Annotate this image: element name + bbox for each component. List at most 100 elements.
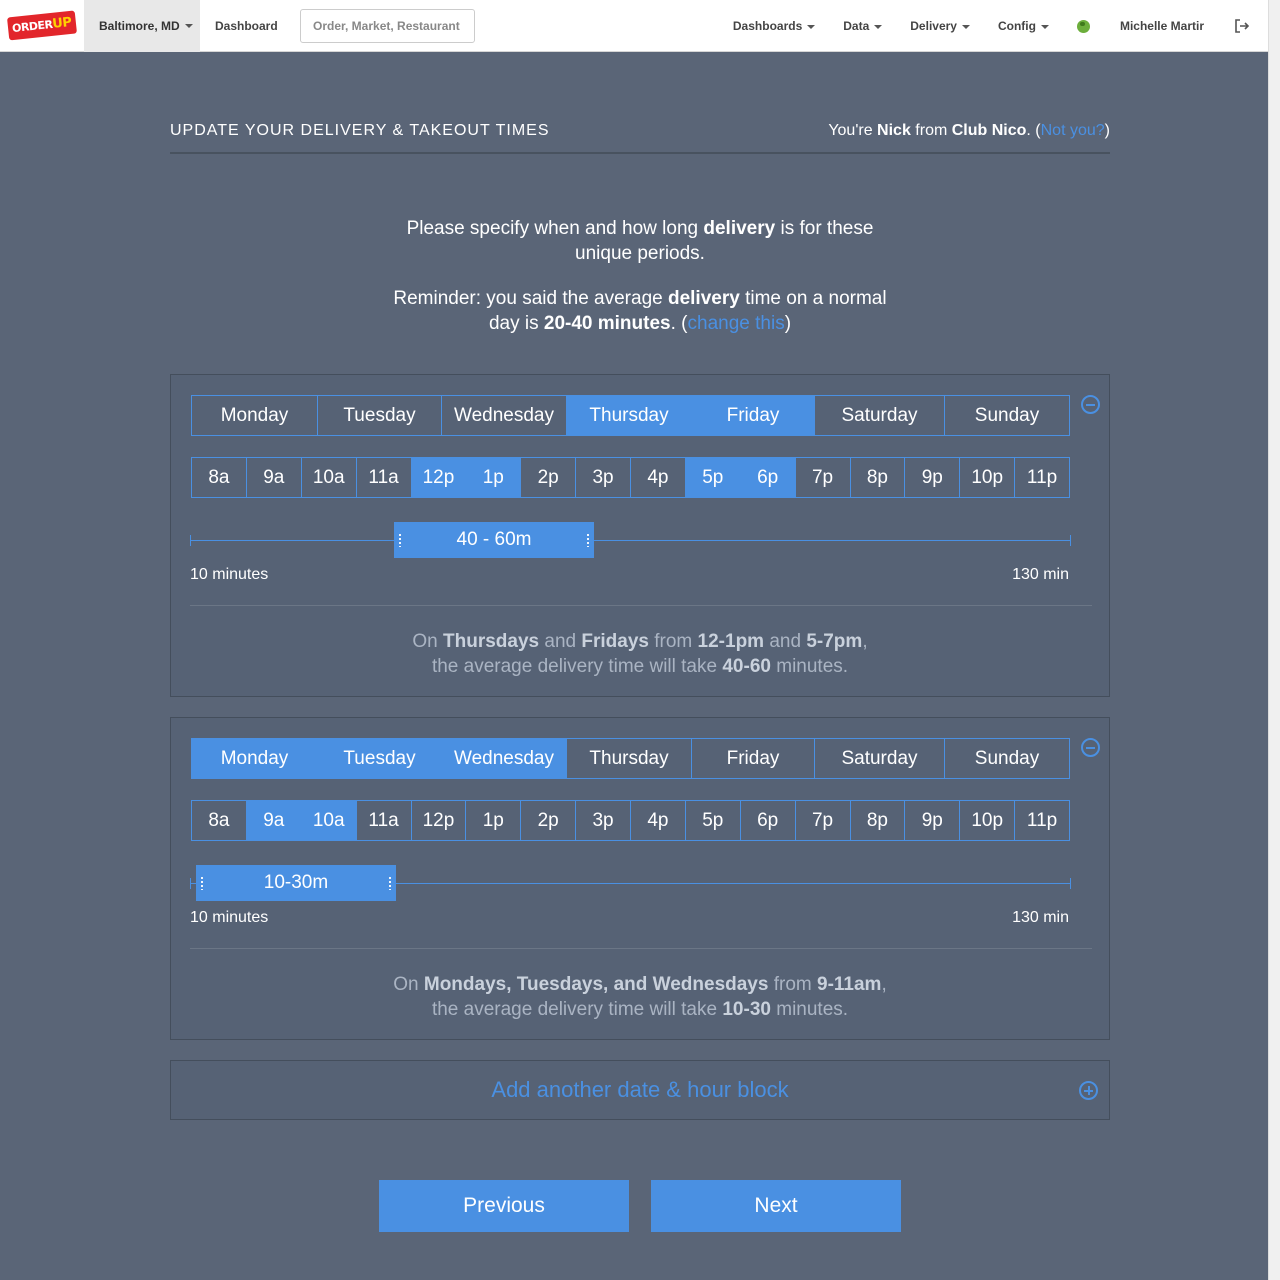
nav-menu-dashboards[interactable]: Dashboards (733, 19, 816, 33)
day-saturday[interactable]: Saturday (815, 396, 945, 435)
caret-down-icon (1040, 24, 1049, 29)
hour-5p[interactable]: 5p (685, 458, 741, 497)
day-saturday[interactable]: Saturday (815, 739, 945, 778)
day-tuesday[interactable]: Tuesday (318, 396, 442, 435)
add-block-link[interactable]: Add another date & hour block (171, 1077, 1109, 1103)
intro-text-1: Please specify when and how long deliver… (406, 218, 874, 264)
block-summary: On Mondays, Tuesdays, and Wednesdays fro… (393, 974, 887, 1020)
hour-1p[interactable]: 1p (466, 801, 522, 840)
intro-text-2: Reminder: you said the average delivery … (393, 288, 887, 334)
hour-4p[interactable]: 4p (631, 801, 686, 840)
hour-11p[interactable]: 11p (1015, 801, 1069, 840)
previous-button[interactable]: Previous (379, 1180, 629, 1232)
hour-9a[interactable]: 9a (246, 801, 302, 840)
hour-12p[interactable]: 12p (411, 458, 467, 497)
day-selector: Monday Tuesday Wednesday Thursday Friday… (191, 395, 1070, 436)
time-block-1: Monday Tuesday Wednesday Thursday Friday… (170, 374, 1110, 697)
time-block-2: Monday Tuesday Wednesday Thursday Friday… (170, 717, 1110, 1040)
day-wednesday[interactable]: Wednesday (442, 739, 567, 778)
city-dropdown[interactable]: Baltimore, MD (84, 0, 200, 52)
hour-12p[interactable]: 12p (412, 801, 467, 840)
hour-2p[interactable]: 2p (521, 458, 577, 497)
day-sunday[interactable]: Sunday (945, 396, 1069, 435)
day-friday[interactable]: Friday (692, 396, 815, 435)
top-navbar: ORDERUP Baltimore, MD Dashboard Dashboar… (0, 0, 1268, 52)
slider-max-label: 130 min (1012, 566, 1069, 583)
search-input[interactable] (300, 8, 475, 43)
hour-10a[interactable]: 10a (302, 458, 357, 497)
nav-menu-config[interactable]: Config (998, 19, 1049, 33)
remove-block-icon[interactable] (1081, 738, 1100, 757)
caret-down-icon (807, 24, 816, 29)
user-name[interactable]: Michelle Martir (1120, 19, 1204, 33)
day-monday[interactable]: Monday (192, 396, 318, 435)
day-tuesday[interactable]: Tuesday (318, 739, 442, 778)
next-button[interactable]: Next (651, 1180, 901, 1232)
hour-11p[interactable]: 11p (1015, 458, 1069, 497)
duration-slider-track[interactable] (190, 535, 1071, 546)
block-divider (190, 605, 1092, 606)
hour-1p[interactable]: 1p (466, 458, 522, 497)
hour-9p[interactable]: 9p (905, 458, 961, 497)
day-thursday[interactable]: Thursday (567, 739, 692, 778)
grip-left-icon[interactable] (201, 876, 203, 890)
grip-right-icon[interactable] (587, 533, 589, 547)
orderup-logo[interactable]: ORDERUP (0, 0, 84, 52)
hour-4p[interactable]: 4p (631, 458, 686, 497)
scrollbar[interactable] (1268, 0, 1280, 1280)
grip-right-icon[interactable] (389, 876, 391, 890)
hour-6p[interactable]: 6p (740, 458, 796, 497)
nav-right: Dashboards Data Delivery Config Michelle… (733, 0, 1268, 52)
remove-block-icon[interactable] (1081, 395, 1100, 414)
nav-menu-delivery[interactable]: Delivery (910, 19, 970, 33)
add-icon[interactable] (1079, 1081, 1098, 1100)
page-title: UPDATE YOUR DELIVERY & TAKEOUT TIMES (170, 122, 550, 139)
header-divider (170, 152, 1110, 154)
hour-11a[interactable]: 11a (357, 458, 412, 497)
hour-7p[interactable]: 7p (796, 801, 851, 840)
block-summary: On Thursdays and Fridays from 12-1pm and… (412, 631, 868, 677)
globe-icon[interactable] (1076, 19, 1090, 33)
hour-3p[interactable]: 3p (576, 801, 631, 840)
slider-min-label: 10 minutes (190, 566, 269, 583)
duration-range-handle[interactable]: 10-30m (196, 865, 396, 901)
day-sunday[interactable]: Sunday (945, 739, 1069, 778)
hour-8p[interactable]: 8p (851, 801, 906, 840)
duration-range-handle[interactable]: 40 - 60m (394, 522, 594, 558)
grip-left-icon[interactable] (399, 533, 401, 547)
add-block-row[interactable]: Add another date & hour block (170, 1060, 1110, 1120)
hour-10a[interactable]: 10a (301, 801, 357, 840)
change-this-link[interactable]: change this (688, 313, 785, 334)
hour-11a[interactable]: 11a (357, 801, 412, 840)
logout-icon[interactable] (1234, 19, 1250, 33)
nav-menu-data[interactable]: Data (843, 19, 883, 33)
hour-3p[interactable]: 3p (576, 458, 631, 497)
hour-10p[interactable]: 10p (960, 458, 1016, 497)
caret-down-icon (184, 23, 193, 28)
slider-max-label: 130 min (1012, 909, 1069, 926)
hour-8a[interactable]: 8a (192, 458, 247, 497)
hour-5p[interactable]: 5p (686, 801, 741, 840)
hour-9p[interactable]: 9p (905, 801, 961, 840)
hour-6p[interactable]: 6p (741, 801, 796, 840)
block-divider (190, 948, 1092, 949)
user-greeting: You're Nick from Club Nico. (Not you?) (828, 122, 1110, 139)
hour-8p[interactable]: 8p (851, 458, 906, 497)
hour-7p[interactable]: 7p (796, 458, 851, 497)
hour-8a[interactable]: 8a (192, 801, 247, 840)
hour-selector: 8a 9a 10a 11a 12p 1p 2p 3p 4p 5p 6p 7p 8… (191, 800, 1070, 841)
day-friday[interactable]: Friday (692, 739, 815, 778)
day-thursday[interactable]: Thursday (567, 396, 692, 435)
caret-down-icon (961, 24, 970, 29)
day-selector: Monday Tuesday Wednesday Thursday Friday… (191, 738, 1070, 779)
hour-9a[interactable]: 9a (247, 458, 302, 497)
hour-selector: 8a 9a 10a 11a 12p 1p 2p 3p 4p 5p 6p 7p 8… (191, 457, 1070, 498)
not-you-link[interactable]: Not you? (1041, 122, 1105, 139)
hour-2p[interactable]: 2p (521, 801, 577, 840)
day-wednesday[interactable]: Wednesday (442, 396, 567, 435)
hour-10p[interactable]: 10p (960, 801, 1016, 840)
day-monday[interactable]: Monday (192, 739, 318, 778)
slider-min-label: 10 minutes (190, 909, 269, 926)
caret-down-icon (874, 24, 883, 29)
nav-dashboard-link[interactable]: Dashboard (200, 19, 300, 33)
